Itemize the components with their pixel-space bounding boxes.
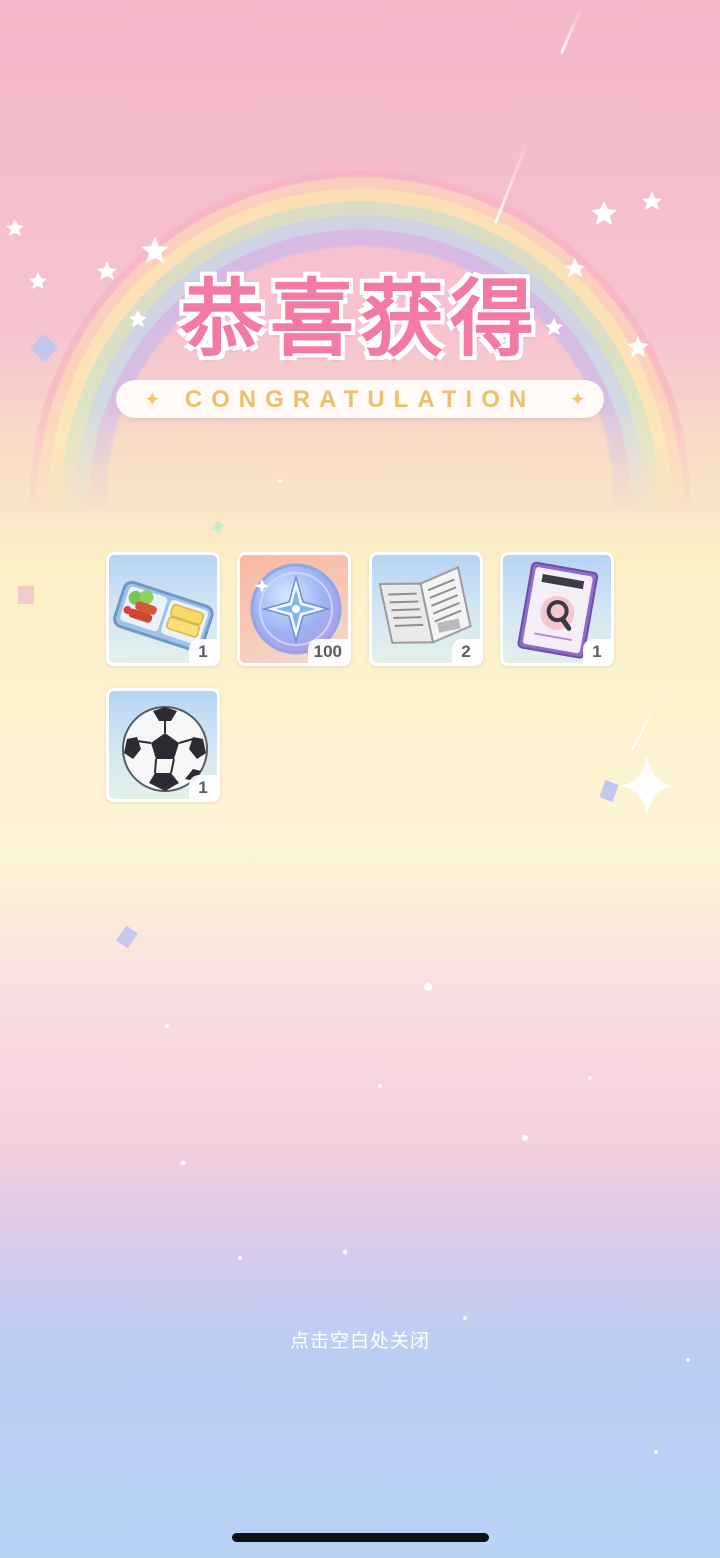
reward-item-book[interactable]: 1 [500, 552, 614, 666]
reward-backdrop[interactable]: 恭喜获得 ✦ CONGRATULATION ✦ 1 100 2 1 1 点击空白… [0, 0, 720, 1558]
home-indicator[interactable] [232, 1533, 489, 1542]
close-hint: 点击空白处关闭 [289, 1330, 430, 1352]
item-count: 2 [452, 639, 480, 663]
reward-item-coin[interactable]: 100 [237, 552, 351, 666]
item-count: 1 [189, 639, 217, 663]
sparkle-icon: ✦ [569, 387, 586, 411]
page-title: 恭喜获得 [179, 270, 540, 368]
item-count: 1 [583, 639, 611, 663]
subtitle-banner: ✦ CONGRATULATION ✦ [116, 380, 604, 418]
item-count: 1 [189, 775, 217, 799]
reward-item-soccer-ball[interactable]: 1 [106, 688, 220, 802]
item-count: 100 [307, 639, 348, 663]
reward-item-bento[interactable]: 1 [106, 552, 220, 666]
subtitle-text: CONGRATULATION [184, 386, 536, 413]
reward-item-newspaper[interactable]: 2 [369, 552, 483, 666]
